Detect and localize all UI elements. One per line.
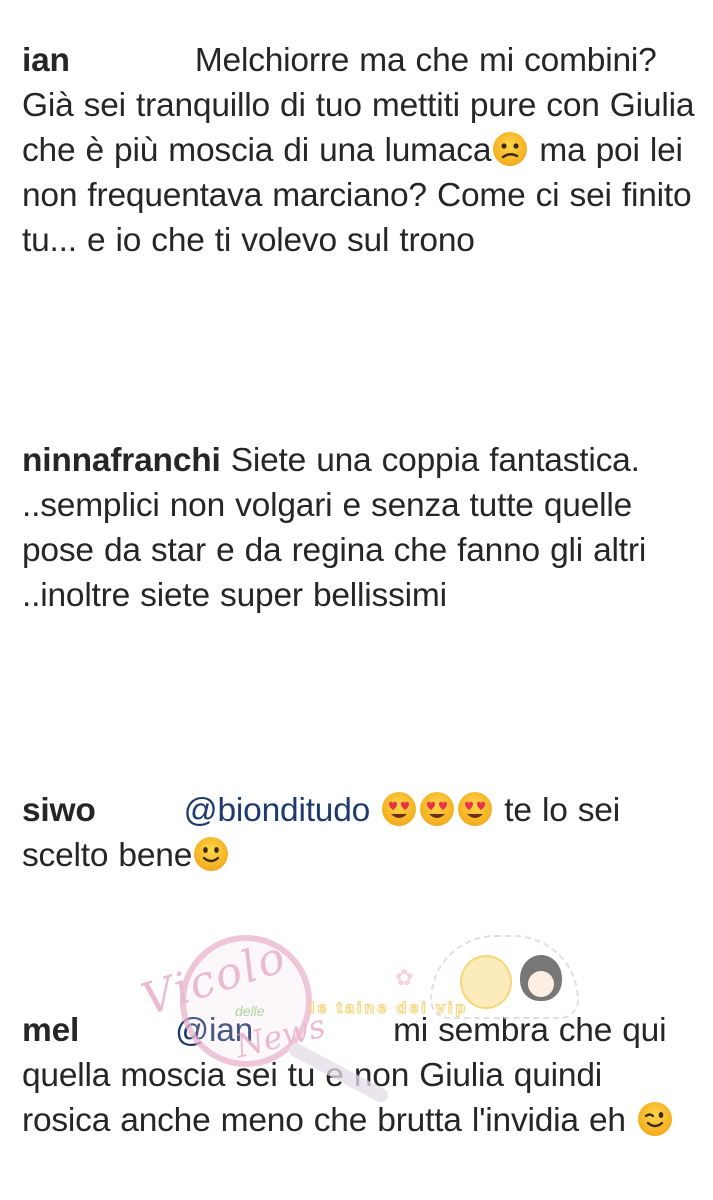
comment-ian: ian Melchiorre ma che mi combini? Già sei…: [22, 38, 697, 263]
mention-link[interactable]: @ian: [175, 1012, 253, 1049]
comment-mel: mel @ian mi sembra che qui quella moscia s…: [22, 1008, 697, 1143]
comment-username[interactable]: mel: [22, 1012, 79, 1049]
comment-username[interactable]: ian: [22, 42, 70, 79]
dashed-frame: [430, 935, 579, 1019]
winking-face-emoji-icon: [637, 1102, 672, 1136]
comment-ninnafranchi: ninnafranchi Siete una coppia fantastica…: [22, 438, 697, 618]
mention-link[interactable]: @bionditudo: [184, 792, 371, 829]
heart-eyes-emoji-icon: [458, 792, 493, 826]
cartoon-girl-dark-icon: [520, 955, 562, 1001]
heart-eyes-emoji-icon: [420, 792, 455, 826]
confused-face-emoji-icon: [493, 132, 528, 166]
comment-text: mi sembra che qui quella moscia sei tu e…: [22, 1012, 667, 1139]
paw-icon: ✿: [395, 965, 414, 990]
heart-eyes-emoji-icon: [382, 792, 417, 826]
comment-siwo: siwo @bionditudo te lo sei scelto bene: [22, 788, 697, 878]
comment-username[interactable]: siwo: [22, 792, 96, 829]
cartoon-girl-blonde-icon: [460, 955, 512, 1009]
slightly-smiling-face-emoji-icon: [194, 837, 229, 871]
comment-username[interactable]: ninnafranchi: [22, 442, 221, 479]
